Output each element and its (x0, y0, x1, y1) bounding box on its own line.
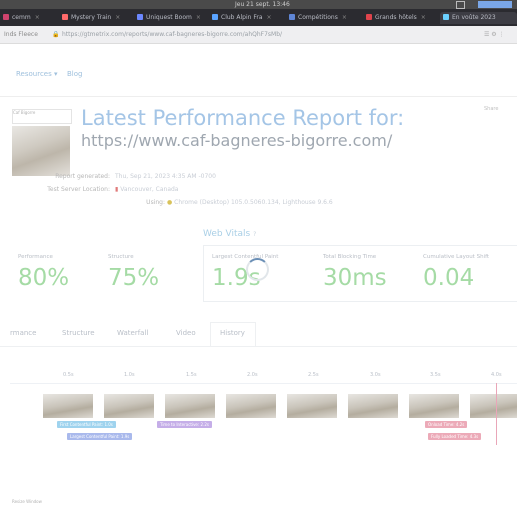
report-generated-label: Report generated: (55, 173, 110, 180)
address-bar[interactable]: https://gtmetrix.com/reports/www.caf-bag… (62, 29, 482, 40)
tab-label: Grands hôtels (375, 14, 417, 21)
tab-favicon-icon (443, 14, 449, 20)
help-icon[interactable]: ? (253, 231, 256, 238)
tab-waterfall[interactable]: Waterfall (117, 329, 148, 337)
browser-tab[interactable]: Club Alpin Fra × (209, 12, 285, 24)
tab-favicon-icon (137, 14, 143, 20)
report-thumbnail-image (12, 126, 70, 176)
timeline-tick: 0.5s (63, 372, 74, 378)
filmstrip-frame[interactable] (165, 394, 215, 418)
bookmarks-folder-label[interactable]: Inds Fleece (4, 29, 38, 40)
browser-tab[interactable]: Mystery Train × (59, 12, 133, 24)
timeline-tick: 4.0s (491, 372, 502, 378)
web-vitals-label: Web Vitals ? (203, 229, 256, 239)
close-tab-icon[interactable]: × (421, 14, 426, 21)
tab-favicon-icon (62, 14, 68, 20)
tti-marker-label: Time to Interactive: 2.2s (157, 421, 212, 428)
fully-loaded-marker-label: Fully Loaded Time: 4.3s (428, 433, 482, 440)
test-location-value: ▮ Vancouver, Canada (115, 186, 178, 193)
close-tab-icon[interactable]: × (267, 14, 272, 21)
bottom-note: Resize Window (12, 499, 42, 504)
timeline-tick: 2.5s (308, 372, 319, 378)
filmstrip-frame[interactable] (409, 394, 459, 418)
browser-tab[interactable]: cemm × (0, 12, 58, 24)
timeline-tick: 3.0s (370, 372, 381, 378)
lcp-marker-label: Largest Contentful Paint: 1.9s (67, 433, 133, 440)
screen-icon (456, 1, 465, 9)
system-clock: Jeu 21 sept. 13:46 (235, 1, 290, 8)
test-location-text: Vancouver, Canada (120, 186, 179, 193)
os-top-bar: Jeu 21 sept. 13:46 (0, 0, 517, 9)
filmstrip-frame[interactable] (104, 394, 154, 418)
close-tab-icon[interactable]: × (115, 14, 120, 21)
browser-tab-active[interactable]: En voûte 2023 (440, 12, 517, 24)
metric-label-tbt: Total Blocking Time (323, 254, 377, 260)
tab-label: Compétitions (298, 14, 338, 21)
browser-tab[interactable]: Uniquest Boom × (134, 12, 208, 24)
tab-label: Mystery Train (71, 14, 112, 21)
tabs-divider (0, 346, 517, 347)
timeline-tick: 3.5s (430, 372, 441, 378)
browser-toolbar-icons[interactable]: ☰ ⚙ ⋮ (484, 29, 505, 40)
fully-loaded-marker (496, 383, 497, 445)
close-tab-icon[interactable]: × (342, 14, 347, 21)
tab-label: Uniquest Boom (146, 14, 192, 21)
metric-value-cls: 0.04 (423, 265, 475, 291)
metric-value-tbt: 30ms (323, 265, 387, 291)
nav-resources-link[interactable]: Resources ▾ (16, 70, 58, 78)
browser-tab[interactable]: Grands hôtels × (363, 12, 439, 24)
filmstrip-frame[interactable] (226, 394, 276, 418)
test-location-label: Test Server Location: (47, 186, 110, 193)
using-label: Using: (146, 199, 165, 206)
web-vitals-text: Web Vitals (203, 229, 251, 239)
filmstrip-frame[interactable] (287, 394, 337, 418)
filmstrip-frame[interactable] (43, 394, 93, 418)
report-title: Latest Performance Report for: (81, 106, 405, 130)
timeline-tick: 1.5s (186, 372, 197, 378)
timeline-axis (10, 383, 517, 384)
tab-label: cemm (12, 14, 31, 21)
tab-favicon-icon (3, 14, 9, 20)
timeline-tick: 2.0s (247, 372, 258, 378)
tab-label: En voûte 2023 (452, 14, 496, 21)
report-thumbnail-title: Caf Bigorre (12, 109, 72, 124)
onload-marker-label: Onload Time: 4.2s (425, 421, 468, 428)
metric-label-performance: Performance (18, 254, 53, 260)
lock-icon: 🔒 (52, 31, 60, 38)
canada-flag-icon: ▮ (115, 186, 119, 193)
using-value: ● Chrome (Desktop) 105.0.5060.134, Light… (167, 199, 333, 206)
metric-label-lcp: Largest Contentful Paint (212, 254, 279, 260)
timeline-tick: 1.0s (124, 372, 135, 378)
tab-structure[interactable]: Structure (62, 329, 95, 337)
tab-video[interactable]: Video (176, 329, 196, 337)
browser-tab-bar: cemm × Mystery Train × Uniquest Boom × Club… (0, 9, 517, 26)
tab-favicon-icon (366, 14, 372, 20)
fcp-marker-label: First Contentful Paint: 1.0s (57, 421, 116, 428)
metric-label-cls: Cumulative Layout Shift (423, 254, 490, 260)
report-generated-value: Thu, Sep 21, 2023 4:35 AM -0700 (115, 173, 216, 180)
filmstrip-frame[interactable] (348, 394, 398, 418)
tab-performance[interactable]: rmance (10, 329, 36, 337)
status-indicator-icon (478, 1, 512, 8)
loading-spinner-icon (246, 258, 269, 281)
metric-label-structure: Structure (108, 254, 134, 260)
chrome-icon: ● (167, 199, 173, 206)
filmstrip-frame[interactable] (470, 394, 517, 418)
report-url[interactable]: https://www.caf-bagneres-bigorre.com/ (81, 131, 392, 150)
metric-value-performance: 80% (18, 265, 70, 291)
nav-blog-link[interactable]: Blog (67, 70, 82, 78)
tab-label: Club Alpin Fra (221, 14, 263, 21)
tab-favicon-icon (212, 14, 218, 20)
browser-navigation-bar: Inds Fleece 🔒 https://gtmetrix.com/repor… (0, 26, 517, 44)
tab-favicon-icon (289, 14, 295, 20)
metric-value-structure: 75% (108, 265, 160, 291)
active-tab-outline (210, 322, 256, 347)
using-text: Chrome (Desktop) 105.0.5060.134, Lightho… (174, 199, 333, 206)
nav-divider (0, 96, 517, 97)
close-tab-icon[interactable]: × (35, 14, 40, 21)
browser-tab[interactable]: Compétitions × (286, 12, 362, 24)
share-button[interactable]: Share (484, 106, 498, 112)
close-tab-icon[interactable]: × (196, 14, 201, 21)
